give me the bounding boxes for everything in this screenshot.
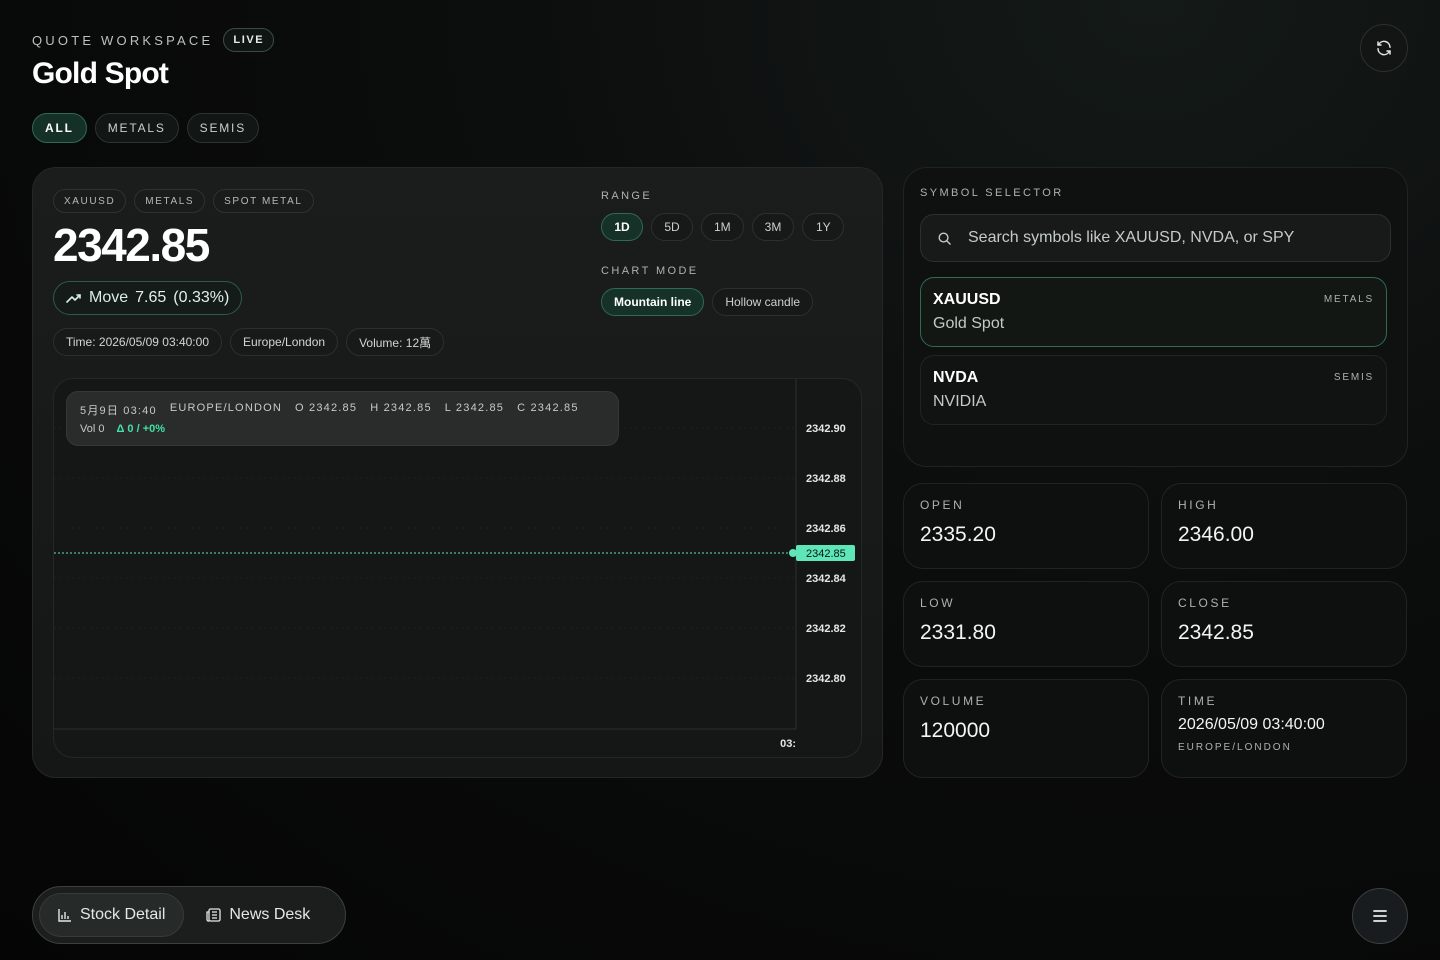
nav-stock-detail-label: Stock Detail [80,906,166,923]
nav-news-desk[interactable]: News Desk [188,893,328,937]
data-point [789,549,797,557]
ohlc-tooltip: 5月9日 03:40 EUROPE/LONDON O 2342.85 H 234… [66,391,619,446]
bottom-nav: Stock Detail News Desk [32,886,346,944]
symbol-tags: XAUUSD METALS SPOT METAL [53,189,314,213]
y-tick-label: 2342.84 [806,573,847,585]
quote-card: XAUUSD METALS SPOT METAL 2342.85 Move 7.… [32,167,883,778]
symbol-ticker: XAUUSD [933,291,1001,308]
move-badge: Move 7.65 (0.33%) [53,281,243,315]
live-badge: LIVE [223,28,275,52]
symbol-name: Gold Spot [933,315,1005,332]
refresh-button[interactable] [1360,24,1408,72]
stat-timezone: EUROPE/LONDON [1178,742,1292,753]
move-value: 7.65 [135,289,167,306]
filter-chip-metals[interactable]: METALS [94,113,179,143]
symbol-group: SEMIS [1333,372,1374,383]
search-box [920,214,1391,262]
search-input[interactable] [968,229,1368,247]
ohlc-vol: Vol 0 [80,423,105,435]
stat-label: VOLUME [920,694,987,708]
stat-open: OPEN 2335.20 [903,483,1149,569]
ohlc-zone: EUROPE/LONDON [169,402,283,414]
quote-meta: Time: 2026/05/09 03:40:00 Europe/London … [53,328,445,356]
filter-chip-semis[interactable]: SEMIS [186,113,259,143]
y-tick-label: 2342.82 [806,623,846,635]
meta-time: Time: 2026/05/09 03:40:00 [53,328,222,356]
price-chart[interactable]: 2342.90 2342.88 2342.86 2342.84 2342.82 2342.… [53,378,862,758]
mode-hollow-candle[interactable]: Hollow candle [712,288,814,316]
filter-chip-all[interactable]: ALL [32,113,87,143]
chart-controls: RANGE 1D 5D 1M 3M 1Y CHART MODE Mountain… [601,190,845,316]
stat-label: CLOSE [1178,596,1232,610]
range-1y[interactable]: 1Y [802,213,845,241]
move-label: Move [89,289,129,306]
tag-group: METALS [134,189,206,213]
stat-label: HIGH [1178,498,1219,512]
stat-value: 2331.80 [920,621,996,644]
current-price: 2342.85 [53,219,210,271]
refresh-icon [1377,40,1391,56]
ohlc-values: 5月9日 03:40 EUROPE/LONDON O 2342.85 H 234… [80,402,579,418]
selector-title: SYMBOL SELECTOR [920,187,1064,199]
chart-mode-label: CHART MODE [601,265,699,277]
mode-mountain-line[interactable]: Mountain line [601,288,705,316]
stat-value: 2026/05/09 03:40:00 [1178,716,1325,733]
stat-low: LOW 2331.80 [903,581,1149,667]
stat-label: TIME [1178,694,1218,708]
stat-value: 120000 [920,719,991,742]
filter-chips: ALL METALS SEMIS [32,113,259,143]
symbol-ticker: NVDA [933,369,979,386]
stat-value: 2342.85 [1178,621,1254,644]
last-price-label: 2342.85 [806,548,846,560]
range-selector: 1D 5D 1M 3M 1Y [601,213,845,241]
range-3m[interactable]: 3M [751,213,795,241]
y-tick-label: 2342.86 [806,523,846,535]
x-tick-label: 03: [780,738,796,750]
ohlc-open: O 2342.85 [295,402,358,414]
meta-timezone: Europe/London [230,328,339,356]
tag-symbol: XAUUSD [53,189,127,213]
tag-type: SPOT METAL [213,189,314,213]
ohlc-date: 5月9日 03:40 [80,405,157,417]
symbol-item-nvda[interactable]: NVDA NVIDIA SEMIS [920,355,1387,425]
symbol-item-xauusd[interactable]: XAUUSD Gold Spot METALS [920,277,1387,347]
ohlc-delta: Δ 0 / +0% [116,423,166,435]
workspace-eyebrow: QUOTE WORKSPACE LIVE [32,28,275,52]
page-title: Gold Spot [32,57,169,90]
trending-up-icon [66,294,81,303]
nav-stock-detail[interactable]: Stock Detail [39,893,185,937]
range-5d[interactable]: 5D [651,213,693,241]
chart-mode-selector: Mountain line Hollow candle [601,288,844,316]
range-label: RANGE [601,190,653,202]
symbol-selector: SYMBOL SELECTOR XAUUSD Gold Spot METALS … [903,167,1408,467]
menu-button[interactable] [1352,888,1408,944]
menu-icon [1373,910,1387,922]
stat-value: 2346.00 [1178,523,1254,546]
stat-label: OPEN [920,498,965,512]
ohlc-volume-row: Vol 0 Δ 0 / +0% [80,423,165,435]
ohlc-high: H 2342.85 [370,402,432,414]
eyebrow-text: QUOTE WORKSPACE [32,32,214,48]
nav-news-desk-label: News Desk [229,906,311,923]
stat-label: LOW [920,596,956,610]
range-1m[interactable]: 1M [701,213,744,241]
symbol-group: METALS [1323,294,1374,305]
y-tick-label: 2342.88 [806,473,846,485]
meta-volume: Volume: 12萬 [346,328,445,356]
range-1d[interactable]: 1D [601,213,643,241]
newspaper-icon [206,908,222,922]
stat-high: HIGH 2346.00 [1161,483,1407,569]
search-icon [938,232,951,245]
symbol-name: NVIDIA [933,393,987,410]
y-tick-label: 2342.90 [806,423,846,435]
stat-close: CLOSE 2342.85 [1161,581,1407,667]
move-percent: (0.33%) [173,289,230,306]
ohlc-close: C 2342.85 [517,402,579,414]
stat-volume: VOLUME 120000 [903,679,1149,778]
ohlc-low: L 2342.85 [444,402,505,414]
y-tick-label: 2342.80 [806,673,846,685]
bar-chart-icon [58,909,71,922]
stat-time: TIME 2026/05/09 03:40:00 EUROPE/LONDON [1161,679,1407,778]
stat-value: 2335.20 [920,523,996,546]
